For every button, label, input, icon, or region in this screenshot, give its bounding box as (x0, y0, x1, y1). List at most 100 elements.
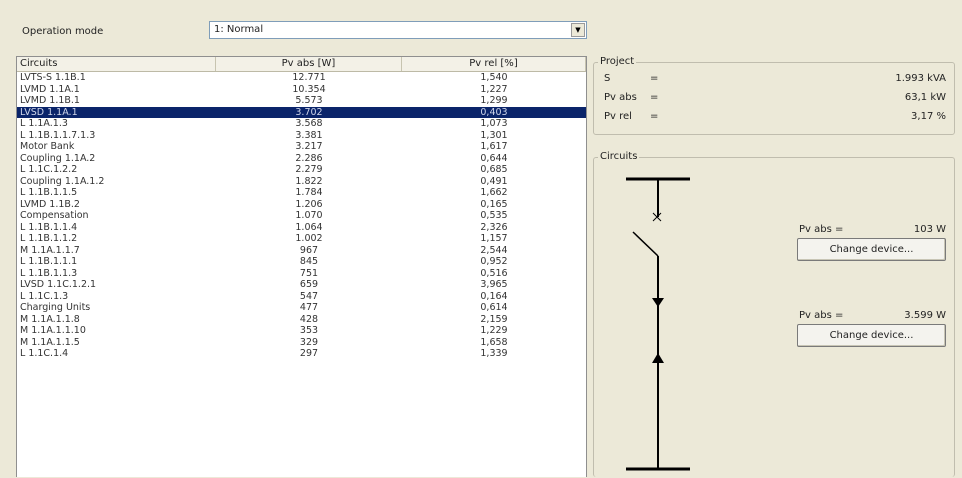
cell-pv-rel: 2,544 (480, 244, 508, 256)
cell-pv-rel: 0,164 (480, 290, 508, 302)
cell-circuit: LVTS-S 1.1B.1 (20, 72, 86, 83)
cell-pv-abs: 5.573 (295, 95, 323, 106)
cell-pv-abs: 2.286 (295, 152, 323, 164)
cell-pv-rel: 0,491 (480, 175, 508, 187)
project-pvabs-label: Pv abs (604, 92, 637, 103)
cell-pv-abs: 2.279 (295, 164, 323, 175)
table-row[interactable]: LVMD 1.1A.1 10.354 1,227 (17, 84, 586, 96)
table-row[interactable]: LVTS-S 1.1B.1 12.771 1,540 (17, 72, 586, 84)
table-row[interactable]: L 1.1B.1.1.1 845 0,952 (17, 256, 586, 268)
cell-pv-rel: 0,644 (480, 152, 508, 164)
cell-circuit: M 1.1A.1.1.5 (20, 336, 80, 348)
table-row[interactable]: Compensation 1.070 0,535 (17, 210, 586, 222)
table-row[interactable]: L 1.1C.1.3 547 0,164 (17, 291, 586, 303)
cell-circuit: LVMD 1.1A.1 (20, 83, 80, 95)
table-row[interactable]: M 1.1A.1.1.7 967 2,544 (17, 245, 586, 257)
cell-circuit: L 1.1B.1.1.1 (20, 256, 78, 267)
table-row[interactable]: LVMD 1.1B.2 1.206 0,165 (17, 199, 586, 211)
cell-pv-rel: 0,165 (480, 198, 508, 210)
project-pvabs-value: 63,1 kW (904, 92, 946, 103)
cell-circuit: L 1.1B.1.1.5 (20, 187, 78, 198)
table-row[interactable]: L 1.1C.1.2.2 2.279 0,685 (17, 164, 586, 176)
cell-circuit: L 1.1B.1.1.7.1.3 (20, 129, 96, 141)
cell-pv-abs: 547 (299, 290, 319, 302)
table-row[interactable]: L 1.1B.1.1.7.1.3 3.381 1,301 (17, 130, 586, 142)
table-row[interactable]: LVMD 1.1B.1 5.573 1,299 (17, 95, 586, 107)
table-row[interactable]: L 1.1B.1.1.4 1.064 2,326 (17, 222, 586, 234)
change-device-button-1[interactable]: Change device... (797, 238, 946, 261)
cell-pv-rel: 2,159 (480, 313, 508, 325)
device1-pvabs-label: Pv abs = (799, 224, 844, 235)
project-s-label: S (604, 73, 611, 84)
table-row[interactable]: LVSD 1.1A.1 3.702 0,403 (17, 106, 586, 118)
cell-circuit: LVMD 1.1B.2 (20, 198, 80, 210)
cell-pv-abs: 10.354 (292, 83, 326, 95)
cell-pv-rel: 1,339 (480, 348, 508, 359)
cell-pv-abs: 1.002 (295, 233, 323, 244)
table-body: LVTS-S 1.1B.1 12.771 1,540 LVMD 1.1A.1 10.35… (17, 72, 586, 360)
cell-circuit: L 1.1B.1.1.4 (20, 221, 78, 233)
switch-icon[interactable] (632, 231, 659, 257)
cell-pv-rel: 0,516 (480, 267, 508, 279)
cell-pv-rel: 0,614 (480, 302, 508, 313)
cell-circuit: LVSD 1.1A.1 (20, 106, 78, 118)
cell-circuit: L 1.1C.1.4 (20, 348, 69, 359)
table-row[interactable]: L 1.1B.1.1.3 751 0,516 (17, 268, 586, 280)
cell-circuit: L 1.1B.1.1.2 (20, 233, 78, 244)
device1-pvabs-value: 103 W (913, 224, 946, 235)
operation-mode-select[interactable]: 1: Normal ▼ (209, 21, 587, 39)
cell-pv-abs: 3.381 (295, 129, 323, 141)
cell-pv-abs: 659 (299, 279, 319, 290)
cell-pv-abs: 3.217 (295, 141, 323, 152)
table-row[interactable]: Coupling 1.1A.2 2.286 0,644 (17, 153, 586, 165)
table-row[interactable]: M 1.1A.1.1.5 329 1,658 (17, 337, 586, 349)
circuit-diagram (626, 177, 690, 471)
column-header-pv-abs[interactable]: Pv abs [W] (216, 57, 402, 71)
column-header-pv-rel[interactable]: Pv rel [%] (402, 57, 586, 71)
cell-circuit: LVMD 1.1B.1 (20, 95, 80, 106)
cell-pv-abs: 1.784 (295, 187, 323, 198)
cell-circuit: M 1.1A.1.1.10 (20, 325, 86, 336)
cell-pv-rel: 0,403 (480, 106, 508, 118)
cell-pv-abs: 845 (299, 256, 319, 267)
cell-pv-abs: 12.771 (292, 72, 326, 83)
cell-circuit: LVSD 1.1C.1.2.1 (20, 279, 97, 290)
cell-pv-rel: 0,535 (480, 210, 508, 221)
table-row[interactable]: Charging Units 477 0,614 (17, 302, 586, 314)
cell-pv-rel: 1,157 (480, 233, 508, 244)
chevron-down-icon[interactable]: ▼ (571, 23, 585, 37)
table-row[interactable]: M 1.1A.1.1.8 428 2,159 (17, 314, 586, 326)
project-pvrel-eq: = (650, 111, 659, 122)
cell-pv-rel: 1,658 (480, 336, 508, 348)
table-row[interactable]: Coupling 1.1A.1.2 1.822 0,491 (17, 176, 586, 188)
table-header: Circuits Pv abs [W] Pv rel [%] (17, 57, 586, 72)
column-header-circuits[interactable]: Circuits (17, 57, 216, 71)
cell-pv-abs: 329 (299, 336, 319, 348)
table-row[interactable]: L 1.1C.1.4 297 1,339 (17, 348, 586, 360)
table-row[interactable]: LVSD 1.1C.1.2.1 659 3,965 (17, 279, 586, 291)
cell-pv-abs: 3.702 (295, 106, 323, 118)
table-row[interactable]: M 1.1A.1.1.10 353 1,229 (17, 325, 586, 337)
circuits-group: Circuits Pv abs = 103 W Change device... (593, 151, 955, 477)
cell-circuit: L 1.1A.1.3 (20, 118, 68, 129)
cell-pv-rel: 3,965 (480, 279, 508, 290)
cell-pv-abs: 297 (299, 348, 319, 359)
table-row[interactable]: L 1.1B.1.1.5 1.784 1,662 (17, 187, 586, 199)
circuits-table[interactable]: Circuits Pv abs [W] Pv rel [%] LVTS-S 1.… (16, 56, 587, 477)
cell-pv-rel: 1,662 (480, 187, 508, 198)
cell-circuit: Coupling 1.1A.1.2 (20, 175, 105, 187)
project-pvrel-value: 3,17 % (911, 111, 946, 122)
change-device-button-2[interactable]: Change device... (797, 324, 946, 347)
table-row[interactable]: L 1.1B.1.1.2 1.002 1,157 (17, 233, 586, 245)
cell-pv-abs: 751 (299, 267, 319, 279)
table-row[interactable]: Motor Bank 3.217 1,617 (17, 141, 586, 153)
cell-circuit: Compensation (20, 210, 89, 221)
cell-pv-rel: 1,299 (480, 95, 508, 106)
cell-circuit: Charging Units (20, 302, 91, 313)
arrow-down-icon (652, 298, 664, 307)
cell-pv-rel: 0,685 (480, 164, 508, 175)
cell-pv-abs: 967 (299, 244, 319, 256)
table-row[interactable]: L 1.1A.1.3 3.568 1,073 (17, 118, 586, 130)
project-pvrel-label: Pv rel (604, 111, 632, 122)
cell-pv-abs: 3.568 (295, 118, 323, 129)
